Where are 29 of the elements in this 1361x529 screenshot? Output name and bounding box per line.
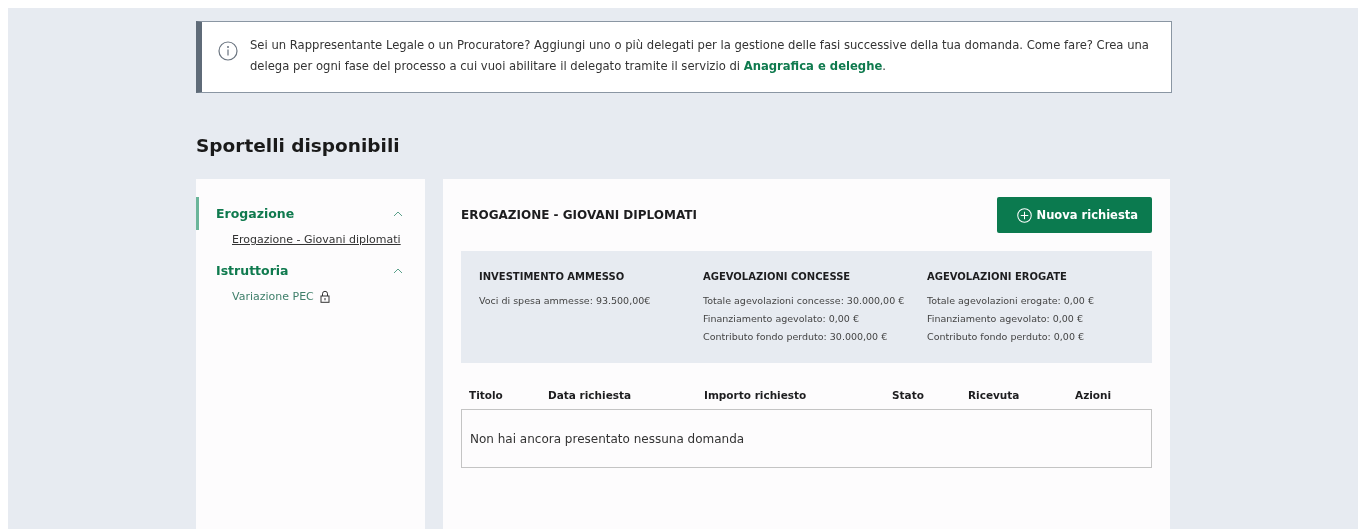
notice-text: Sei un Rappresentante Legale o un Procuratore? Aggiungi uno o più delegati per la gestione delle fasi successive della tua domanda. Come fare? Crea una delega per ogni fase del processo a cui vuoi abilitare il delegato tramite il servizio di Anagrafica e deleghe. [250,37,1150,75]
summary-line: Totale agevolazioni erogate: 0,00 € [927,294,1095,308]
summary-line: Finanziamento agevolato: 0,00 € [703,312,860,326]
column-header: Stato [892,389,925,401]
section-heading: Sportelli disponibili [196,134,401,158]
summary-title: INVESTIMENTO AMMESSO [479,271,626,282]
chevron-icon [393,210,403,217]
sidebar-group[interactable]: Erogazione [196,197,425,230]
summary-line: Finanziamento agevolato: 0,00 € [927,312,1084,326]
chevron-icon [393,267,403,274]
new-request-button[interactable]: Nuova richiesta [996,197,1152,233]
sidebar-link[interactable]: Variazione PEC [232,290,314,303]
empty-message: Non hai ancora presentato nessuna domanda [470,431,745,446]
column-header: Ricevuta [968,389,1021,401]
plus-icon [1016,207,1032,223]
column-header: Importo richiesto [704,389,808,401]
summary-title: AGEVOLAZIONI EROGATE [927,271,1068,282]
summary-line: Contributo fondo perduto: 30.000,00 € [703,330,889,344]
summary-line: Contributo fondo perduto: 0,00 € [927,330,1086,344]
sidebar-group[interactable]: Istruttoria [196,254,425,287]
summary-line: Voci di spesa ammesse: 93.500,00€ [479,294,652,308]
summary-title: AGEVOLAZIONI CONCESSE [703,271,852,282]
sidebar-link[interactable]: Erogazione - Giovani diplomati [232,233,401,246]
column-header: Data richiesta [548,389,633,401]
column-header: Azioni [1075,389,1113,401]
panel-title: EROGAZIONE - GIOVANI DIPLOMATI [461,208,697,222]
column-header: Titolo [469,389,504,401]
summary-line: Totale agevolazioni concesse: 30.000,00 € [703,294,906,308]
info-icon [218,41,238,61]
